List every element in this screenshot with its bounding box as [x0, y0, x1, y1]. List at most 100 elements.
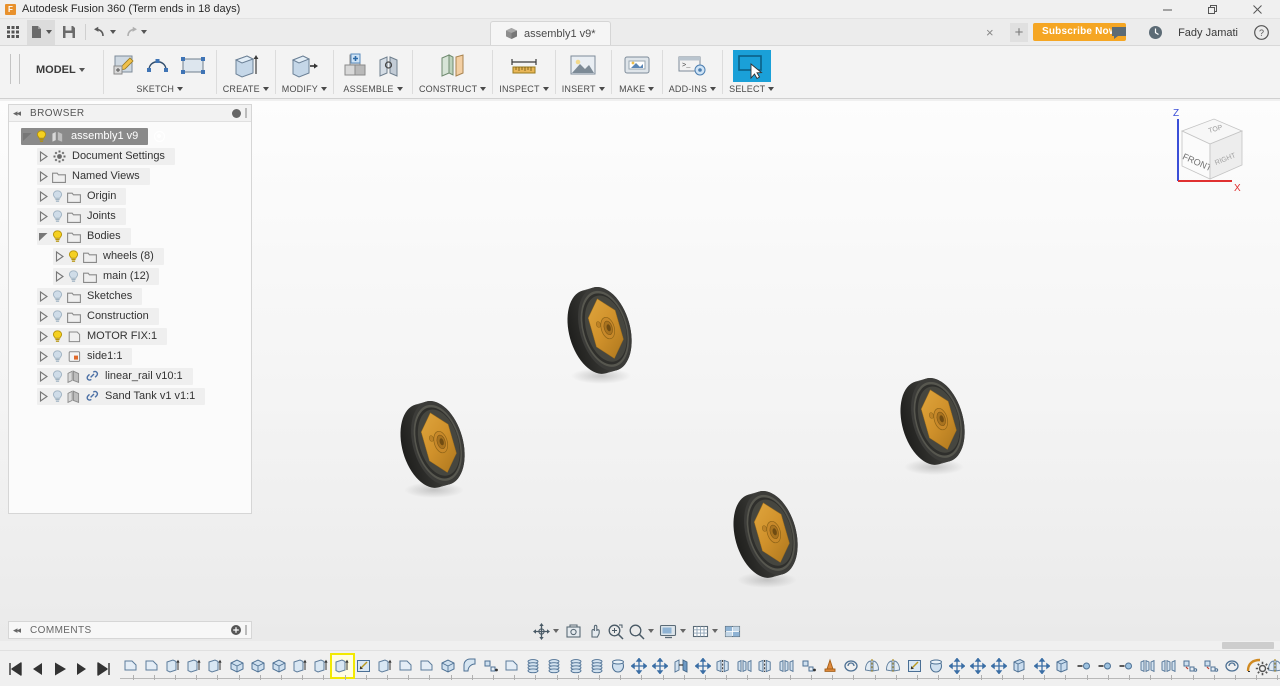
help-icon[interactable]: ?: [1249, 20, 1273, 45]
3d-print-icon[interactable]: [618, 50, 656, 82]
rectangle-icon[interactable]: [178, 50, 210, 82]
timeline-feature-pattern[interactable]: [1137, 655, 1158, 677]
extrude-icon[interactable]: [227, 50, 265, 82]
visibility-bulb-icon[interactable]: [50, 368, 65, 385]
close-tab-button[interactable]: ×: [986, 25, 994, 40]
visibility-bulb-icon[interactable]: [50, 308, 65, 325]
timeline-feature-rigid-joint[interactable]: [1116, 655, 1137, 677]
joint-icon[interactable]: [374, 50, 406, 82]
expand-arrow-closed-icon[interactable]: [37, 368, 50, 385]
timeline-feature-joint[interactable]: [671, 655, 692, 677]
timeline-feature-extrude[interactable]: [311, 655, 332, 677]
orbit-icon[interactable]: [531, 621, 551, 641]
timeline-feature-joint-origin[interactable]: [480, 655, 501, 677]
insert-image-icon[interactable]: [564, 50, 602, 82]
ribbon-group-label[interactable]: MODIFY: [282, 82, 327, 96]
timeline-feature-extrude[interactable]: [184, 655, 205, 677]
panel-grip[interactable]: [245, 625, 247, 635]
view-cube[interactable]: Z X TOP FRONT RIGHT: [1156, 103, 1252, 199]
select-cursor-icon[interactable]: [733, 50, 771, 82]
expand-arrow-closed-icon[interactable]: [37, 328, 50, 345]
timeline-feature-joint-origin[interactable]: [798, 655, 819, 677]
zoom-icon[interactable]: [626, 621, 646, 641]
pan-icon[interactable]: [584, 621, 604, 641]
expand-arrow-closed-icon[interactable]: [53, 248, 66, 265]
expand-arrow-closed-icon[interactable]: [37, 348, 50, 365]
save-icon[interactable]: [57, 20, 81, 45]
chevron-down-icon[interactable]: [648, 629, 654, 633]
step-back-icon[interactable]: [28, 658, 48, 680]
ribbon-group-label[interactable]: CREATE: [223, 82, 269, 96]
look-at-icon[interactable]: [563, 621, 583, 641]
undo-icon[interactable]: [90, 20, 119, 45]
browser-node-bodies[interactable]: Bodies: [9, 226, 251, 246]
timeline-feature-contact-set[interactable]: [1201, 655, 1222, 677]
timeline-feature-mirror[interactable]: [756, 655, 777, 677]
timeline-feature-thread[interactable]: [544, 655, 565, 677]
timeline-feature-pattern[interactable]: [777, 655, 798, 677]
timeline-feature-fillet[interactable]: [459, 655, 480, 677]
browser-node-main-12[interactable]: main (12): [9, 266, 251, 286]
timeline-feature-thread[interactable]: [565, 655, 586, 677]
ribbon-grip[interactable]: [10, 54, 20, 84]
spline-icon[interactable]: [144, 50, 176, 82]
clock-icon[interactable]: [1143, 20, 1167, 45]
visibility-bulb-icon[interactable]: [50, 288, 65, 305]
ribbon-group-label[interactable]: SELECT: [729, 82, 774, 96]
timeline-settings-icon[interactable]: [1252, 658, 1272, 678]
scripts-addins-icon[interactable]: >_: [673, 50, 711, 82]
expand-arrow-open-icon[interactable]: [21, 128, 34, 145]
browser-node-sketches[interactable]: Sketches: [9, 286, 251, 306]
new-document-icon[interactable]: [27, 20, 55, 45]
timeline-feature-sketch-marked[interactable]: [353, 655, 374, 677]
timeline-feature-sketch[interactable]: [501, 655, 522, 677]
timeline-feature-move[interactable]: [629, 655, 650, 677]
new-component-icon[interactable]: [340, 50, 372, 82]
display-settings-icon[interactable]: [658, 621, 678, 641]
browser-node-document-settings[interactable]: Document Settings: [9, 146, 251, 166]
timeline-feature-rigid-joint[interactable]: [1095, 655, 1116, 677]
zoom-window-icon[interactable]: [605, 621, 625, 641]
expand-arrow-closed-icon[interactable]: [37, 288, 50, 305]
visibility-bulb-icon[interactable]: [66, 248, 81, 265]
grid-snaps-icon[interactable]: [690, 621, 710, 641]
timeline-feature-sketch[interactable]: [417, 655, 438, 677]
visibility-bulb-icon[interactable]: [50, 388, 65, 405]
timeline-feature-move[interactable]: [946, 655, 967, 677]
timeline-feature-move[interactable]: [692, 655, 713, 677]
browser-node-sand-tank-v1-v1-1[interactable]: Sand Tank v1 v1:1: [9, 386, 251, 406]
ribbon-group-label[interactable]: ADD-INS: [669, 82, 716, 96]
create-sketch-icon[interactable]: [110, 50, 142, 82]
visibility-bulb-icon[interactable]: [50, 328, 65, 345]
collapse-left-icon[interactable]: ◂◂: [13, 625, 20, 636]
timeline-feature-move[interactable]: [1031, 655, 1052, 677]
timeline-feature-box[interactable]: [247, 655, 268, 677]
timeline-track[interactable]: [120, 651, 1280, 686]
user-name-label[interactable]: Fady Jamati: [1178, 27, 1238, 39]
visibility-bulb-icon[interactable]: [50, 228, 65, 245]
browser-node-side1-1[interactable]: side1:1: [9, 346, 251, 366]
browser-node-wheels-8[interactable]: wheels (8): [9, 246, 251, 266]
chat-icon[interactable]: [1107, 20, 1131, 45]
panel-options-icon[interactable]: [232, 109, 241, 118]
visibility-bulb-icon[interactable]: [34, 128, 49, 145]
expand-arrow-open-icon[interactable]: [37, 228, 50, 245]
timeline-feature-rigid-joint[interactable]: [1073, 655, 1094, 677]
timeline-feature-copy[interactable]: [1010, 655, 1031, 677]
timeline-feature-contact-set[interactable]: [1179, 655, 1200, 677]
timeline-feature-extrude[interactable]: [374, 655, 395, 677]
timeline-feature-move[interactable]: [650, 655, 671, 677]
chevron-down-icon[interactable]: [141, 30, 147, 34]
timeline-feature-copy[interactable]: [1052, 655, 1073, 677]
browser-node-named-views[interactable]: Named Views: [9, 166, 251, 186]
timeline-feature-revolve[interactable]: [925, 655, 946, 677]
expand-arrow-closed-icon[interactable]: [37, 148, 50, 165]
close-button[interactable]: [1235, 0, 1280, 19]
browser-node-linear-rail-v10-1[interactable]: linear_rail v10:1: [9, 366, 251, 386]
offset-plane-icon[interactable]: [434, 50, 472, 82]
comments-panel[interactable]: ◂◂ COMMENTS: [8, 621, 252, 639]
visibility-bulb-icon[interactable]: [66, 268, 81, 285]
app-grid-icon[interactable]: [1, 20, 25, 45]
timeline-feature-extrude[interactable]: [205, 655, 226, 677]
measure-icon[interactable]: [505, 50, 543, 82]
